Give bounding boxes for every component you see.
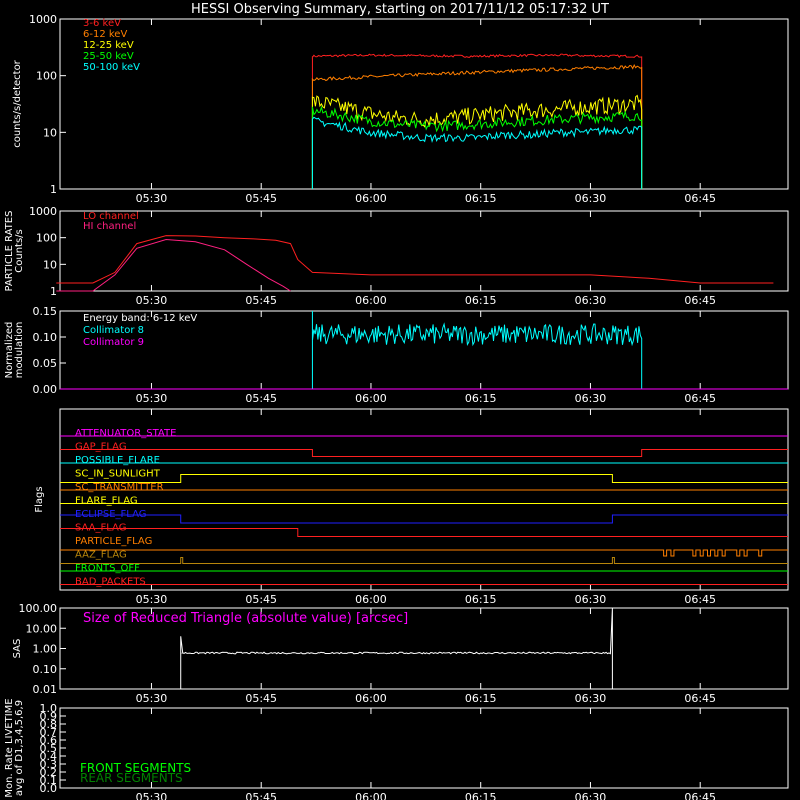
ylabel-3: Flags: [34, 486, 45, 512]
y-tick-label-4-3: 10.00: [26, 622, 58, 635]
annotation-sas: Size of Reduced Triangle (absolute value…: [83, 611, 408, 626]
legend-entry-livetime-1: REAR SEGMENTS: [80, 771, 183, 785]
flag-line-eclipse-flag: [60, 514, 788, 524]
flag-label-sc-transmitter: SC_TRANSMITTER: [75, 482, 164, 493]
y-tick-label-2-1: 0.05: [33, 357, 58, 370]
flag-label-gap-flag: GAP_FLAG: [75, 442, 127, 453]
legend-entry-4: 50-100 keV: [83, 62, 140, 73]
flag-label-bad-packets: BAD_PACKETS: [75, 577, 146, 588]
flag-line-aaz-flag: [60, 557, 788, 564]
flag-label-possible-flare: POSSIBLE_FLARE: [75, 455, 160, 466]
panel-frame-1: [59, 210, 789, 292]
x-tick-label-2-4: 06:30: [575, 392, 607, 405]
x-tick-label-3-2: 06:00: [355, 593, 387, 606]
ylabel-4: SAS: [12, 639, 23, 659]
flag-line-gap-flag: [60, 449, 788, 457]
x-tick-label-0-1: 05:45: [245, 192, 277, 205]
y-tick-label-4-1: 0.10: [33, 663, 58, 676]
flag-label-fronts-off: FRONTS_OFF: [75, 563, 140, 574]
legend-entry-1: 6-12 keV: [83, 29, 127, 40]
y-tick-label-0-3: 1000: [29, 13, 57, 26]
plot-title: HESSI Observing Summary, starting on 201…: [191, 2, 609, 17]
panels-group: 05:30 05:45 06:00 06:15 06:30 06:451101001000…: [4, 13, 789, 800]
y-tick-label-4-4: 100.00: [19, 602, 58, 615]
flag-label-particle-flag: PARTICLE_FLAG: [75, 536, 152, 547]
x-tick-label-1-5: 06:45: [684, 294, 716, 307]
ylabel-0: counts/s/detector: [12, 59, 23, 147]
series-line-LO-channel: [56, 235, 774, 284]
y-tick-label-1-1: 10: [43, 258, 57, 271]
x-tick-label-5-1: 05:45: [245, 791, 277, 800]
x-tick-label-5-5: 06:45: [684, 791, 716, 800]
flag-label-aaz-flag: AAZ_FLAG: [75, 550, 127, 561]
x-tick-label-5-4: 06:30: [575, 791, 607, 800]
y-tick-label-0-0: 1: [50, 183, 57, 196]
flag-line-sc-in-sunlight: [60, 474, 788, 483]
x-tick-label-2-5: 06:45: [684, 392, 716, 405]
legend-entry-particle-1: HI channel: [83, 221, 136, 232]
x-tick-label-1-2: 06:00: [355, 294, 387, 307]
x-tick-label-4-0: 05:30: [136, 692, 168, 705]
x-tick-label-0-5: 06:45: [684, 192, 716, 205]
legend-entry-0: 3-6 keV: [83, 18, 121, 29]
flag-label-sc-in-sunlight: SC_IN_SUNLIGHT: [75, 469, 161, 480]
series-line-12-25-keV: [311, 94, 643, 190]
x-tick-label-1-3: 06:15: [465, 294, 497, 307]
series-line-50-100-keV: [311, 116, 643, 190]
y-tick-label-0-2: 100: [36, 70, 57, 83]
y-tick-label-0-1: 10: [43, 126, 57, 139]
series-line-3-6-keV: [311, 53, 643, 190]
y-tick-label-4-2: 1.00: [33, 643, 58, 656]
annotation-energy-band: Energy band: 6-12 keV: [83, 313, 197, 324]
x-tick-label-3-0: 05:30: [136, 593, 168, 606]
ylabel2-1: Counts/s: [14, 229, 25, 273]
y-tick-label-2-3: 0.15: [33, 305, 58, 318]
x-tick-label-4-2: 06:00: [355, 692, 387, 705]
legend-entry-collimator-9: Collimator 9: [83, 337, 144, 348]
x-tick-label-0-2: 06:00: [355, 192, 387, 205]
hessi-summary-plot: HESSI Observing Summary, starting on 201…: [4, 2, 789, 800]
x-tick-label-4-1: 05:45: [245, 692, 277, 705]
x-tick-label-4-3: 06:15: [465, 692, 497, 705]
x-tick-label-3-3: 06:15: [465, 593, 497, 606]
series-line-6-12-keV: [311, 63, 643, 190]
legend-entry-3: 25-50 keV: [83, 51, 134, 62]
x-tick-label-1-1: 05:45: [245, 294, 277, 307]
legend-entry-collimator-8: Collimator 8: [83, 325, 144, 336]
flag-label-attenuator-state: ATTENUATOR_STATE: [75, 428, 176, 439]
x-tick-label-2-1: 05:45: [245, 392, 277, 405]
x-tick-label-5-3: 06:15: [465, 791, 497, 800]
y-tick-label-1-3: 1000: [29, 205, 57, 218]
x-tick-label-5-0: 05:30: [136, 791, 168, 800]
flag-label-flare-flag: FLARE_FLAG: [75, 496, 138, 507]
x-tick-label-2-3: 06:15: [465, 392, 497, 405]
panel-frame-0: [59, 18, 789, 190]
x-tick-label-3-1: 05:45: [245, 593, 277, 606]
y-tick-label-2-2: 0.10: [33, 331, 58, 344]
y-tick-label-5-10: 1.0: [40, 702, 58, 715]
y-tick-label-4-0: 0.01: [33, 683, 58, 696]
x-tick-label-0-0: 05:30: [136, 192, 168, 205]
x-tick-label-1-0: 05:30: [136, 294, 168, 307]
flag-line-particle-flag: [60, 549, 788, 557]
y-tick-label-2-0: 0.00: [33, 383, 58, 396]
flag-line-saa-flag: [60, 528, 788, 537]
x-tick-label-4-4: 06:30: [575, 692, 607, 705]
y-tick-label-1-2: 100: [36, 232, 57, 245]
x-tick-label-0-3: 06:15: [465, 192, 497, 205]
ylabel2-2: modulation: [14, 322, 25, 379]
ylabel2-5: avg of D1,3,4,5,6,9: [14, 700, 25, 796]
x-tick-label-5-2: 06:00: [355, 791, 387, 800]
x-tick-label-2-2: 06:00: [355, 392, 387, 405]
x-tick-label-3-5: 06:45: [684, 593, 716, 606]
x-tick-label-4-5: 06:45: [684, 692, 716, 705]
x-tick-label-3-4: 06:30: [575, 593, 607, 606]
series-line-Collimator-8: [311, 310, 643, 390]
x-tick-label-0-4: 06:30: [575, 192, 607, 205]
x-tick-label-1-4: 06:30: [575, 294, 607, 307]
y-tick-label-1-0: 1: [50, 285, 57, 298]
legend-entry-2: 12-25 keV: [83, 40, 134, 51]
x-tick-label-2-0: 05:30: [136, 392, 168, 405]
